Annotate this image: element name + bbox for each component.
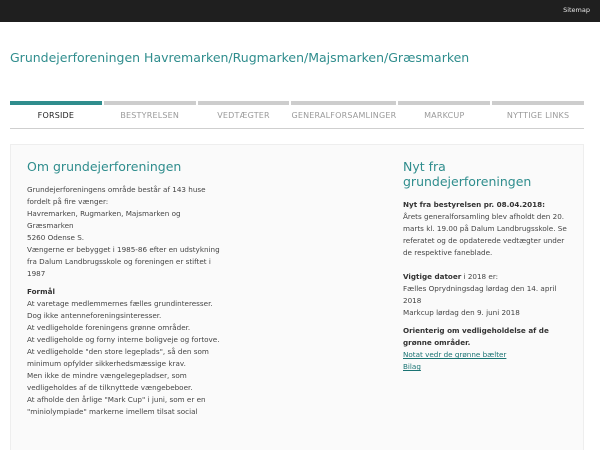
green-areas-title: grønne områder. [403,338,471,347]
news-line: referatet og de opdaterede vedtægter und… [403,236,565,245]
date-line: Fælles Oprydningsdag lørdag den 14. apri… [403,284,557,293]
site-title: Grundejerforeningen Havremarken/Rugmarke… [10,50,470,65]
intro-line: 1987 [27,269,46,278]
intro-line: Grundejerforeningens område består af 14… [27,185,206,194]
intro-line: Havremarken, Rugmarken, Majsmarken og [27,209,181,218]
tab-vedtaegter[interactable]: VEDTÆGTER [197,101,290,128]
green-areas-title: Orienterig om vedligeholdelse af de [403,326,549,335]
sitemap-link[interactable]: Sitemap [563,6,590,14]
formaal-line: vedligeholdes af de tilknyttede vængebeb… [27,383,193,392]
dates-heading: Vigtige datoer i 2018 er: [403,271,578,283]
formaal-line: Men ikke de mindre vængelegepladser, som [27,371,187,380]
news-line: Årets generalforsamling blev afholdt den… [403,212,565,221]
news-line: marts kl. 19.00 på Dalum Landbrugsskole.… [403,224,567,233]
main-heading: Om grundejerforeningen [27,159,182,174]
formaal-line: At varetage medlemmernes fælles grundint… [27,299,213,308]
news-line: de respektive faneblade. [403,248,493,257]
formaal-line: At vedligeholde foreningens grønne områd… [27,323,191,332]
formaal-heading: Formål [27,287,55,296]
news-heading-line2: grundejerforeningen [403,174,532,189]
intro-line: fordelt på fire vænger: [27,197,109,206]
content-panel: Om grundejerforeningen Grundejerforening… [10,144,584,450]
tab-generalforsamlinger[interactable]: GENERALFORSAMLINGER [291,101,397,128]
dates-suffix: i 2018 er: [461,272,499,281]
tab-markcup[interactable]: MARKCUP [398,101,491,128]
intro-line: Vængerne er bebygget i 1985-86 efter en … [27,245,220,254]
formaal-line: "miniolympiade" markerne imellem tilsat … [27,407,198,416]
top-bar: Sitemap [0,0,600,22]
news-heading: Nyt fra grundejerforeningen [403,159,578,189]
tab-bestyrelsen[interactable]: BESTYRELSEN [103,101,196,128]
main-column: Om grundejerforeningen Grundejerforening… [27,159,277,418]
intro-line: Græsmarken [27,221,74,230]
tab-forside[interactable]: FORSIDE [10,101,102,128]
green-belts-link[interactable]: Notat vedr de grønne bælter [403,349,578,361]
bilag-link[interactable]: Bilag [403,361,578,373]
main-navigation: FORSIDE BESTYRELSEN VEDTÆGTER GENERALFOR… [10,101,584,129]
dates-label: Vigtige datoer [403,272,462,281]
intro-line: fra Dalum Landbrugsskole og foreningen e… [27,257,211,266]
date-line: 2018 [403,296,422,305]
formaal-line: Dog ikke antenneforeningsinteresser. [27,311,162,320]
intro-line: 5260 Odense S. [27,233,85,242]
date-line: Markcup lørdag den 9. juni 2018 [403,308,520,317]
tab-nyttige-links[interactable]: NYTTIGE LINKS [492,101,584,128]
formaal-line: At afholde den årlige "Mark Cup" i juni,… [27,395,206,404]
news-column: Nyt fra grundejerforeningen Nyt fra best… [403,159,578,373]
formaal-line: minimum opfylder sikkerhedsmæssige krav. [27,359,186,368]
news-heading-line1: Nyt fra [403,159,446,174]
formaal-line: At vedligeholde og forny interne boligve… [27,335,220,344]
formaal-line: At vedligeholde "den store legeplads", s… [27,347,209,356]
news-title: Nyt fra bestyrelsen pr. 08.04.2018: [403,200,545,209]
